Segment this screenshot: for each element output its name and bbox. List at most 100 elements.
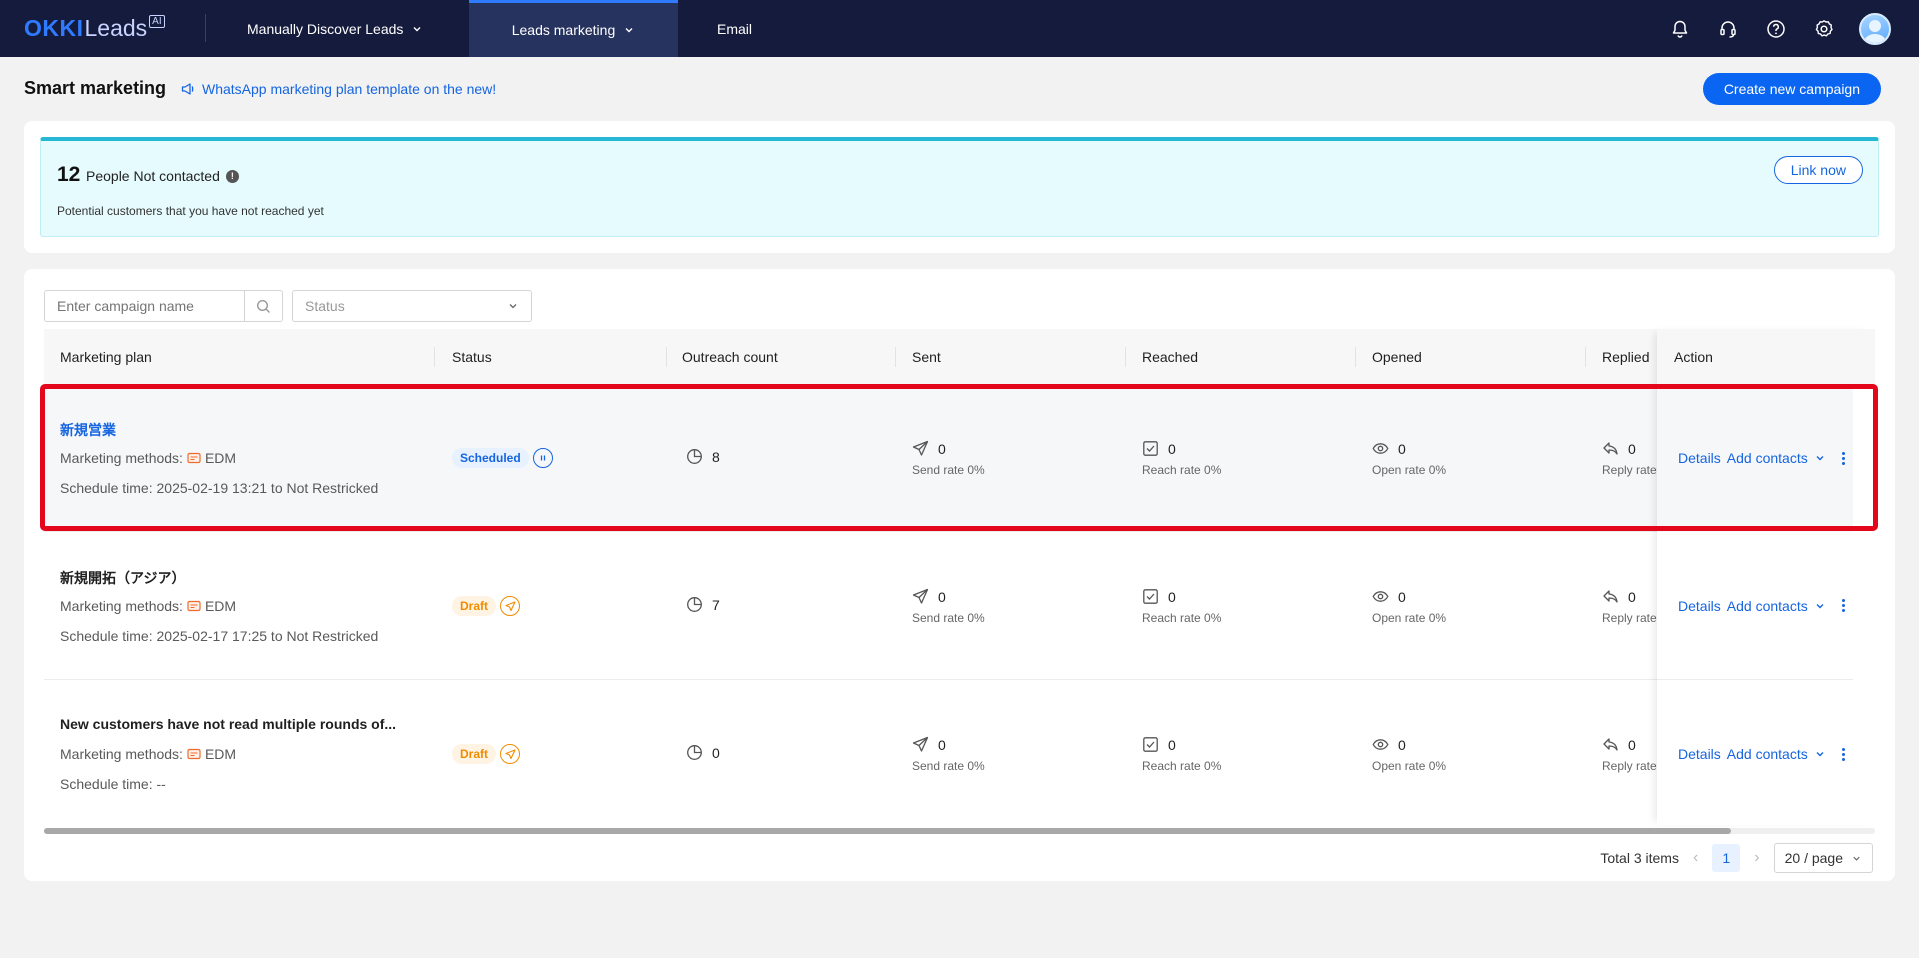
send-icon[interactable] [500, 744, 521, 764]
top-navbar: OKKI Leads AI Manually Discover Leads Le… [0, 0, 1919, 57]
bell-icon[interactable] [1667, 16, 1693, 42]
column-header-marketing-plan: Marketing plan [60, 348, 152, 365]
schedule-time: Schedule time: 2025-02-17 17:25 to Not R… [60, 628, 379, 644]
marketing-method-value: EDM [204, 598, 237, 614]
check-square-icon [1143, 589, 1158, 604]
logo-ai-badge: AI [149, 15, 165, 28]
chevron-down-icon[interactable] [1814, 600, 1826, 612]
details-link[interactable]: Details [1678, 746, 1721, 762]
nav-label: Email [717, 20, 753, 37]
sent-metric: 0 Send rate 0% [912, 440, 985, 478]
campaign-name-link[interactable]: 新規営業 [60, 420, 116, 440]
status-cell: Draft [452, 596, 521, 616]
campaign-search-input[interactable] [45, 291, 244, 321]
campaign-search [44, 290, 283, 322]
prev-page-icon[interactable]: ‹ [1693, 849, 1698, 867]
check-square-icon [1143, 441, 1158, 456]
next-page-icon[interactable]: › [1754, 849, 1759, 867]
details-link[interactable]: Details [1678, 598, 1721, 614]
table-row[interactable]: 新規開拓（アジア） Marketing methods: EDM Schedul… [44, 532, 1875, 680]
marketing-method: Marketing methods: EDM [60, 598, 236, 614]
replied-value: 0 [1628, 440, 1636, 457]
chevron-down-icon [625, 28, 633, 33]
chevron-down-icon [413, 26, 421, 31]
add-contacts-link[interactable]: Add contacts [1727, 746, 1808, 762]
campaign-name[interactable]: 新規開拓（アジア） [60, 568, 185, 588]
eye-icon [1372, 443, 1389, 454]
headset-icon[interactable] [1715, 16, 1741, 42]
status-badge: Draft [452, 744, 497, 764]
chevron-down-icon[interactable] [1814, 748, 1826, 760]
pie-chart-icon [687, 597, 702, 612]
create-new-campaign-button[interactable]: Create new campaign [1702, 73, 1881, 105]
gear-icon[interactable] [1811, 16, 1837, 42]
reach-rate: Reach rate 0% [1142, 463, 1222, 477]
add-contacts-link[interactable]: Add contacts [1727, 598, 1808, 614]
opened-metric: 0 Open rate 0% [1372, 736, 1447, 774]
nav-leads-marketing[interactable]: Leads marketing [469, 0, 678, 57]
row-actions: Details Add contacts [1657, 680, 1853, 828]
pagination: Total 3 items ‹ 1 › 20 / page [1600, 843, 1873, 873]
help-icon[interactable] [1763, 16, 1789, 42]
table-row[interactable]: New customers have not read multiple rou… [44, 680, 1875, 828]
outreach-count-value: 0 [712, 744, 720, 761]
nav-manually-discover-leads[interactable]: Manually Discover Leads [247, 0, 423, 57]
more-options-icon[interactable] [1841, 451, 1845, 465]
chevron-down-icon[interactable] [1814, 452, 1826, 464]
reply-rate: Reply rate [1602, 759, 1657, 773]
search-button[interactable] [244, 291, 282, 321]
replied-metric: 0 Reply rate [1602, 588, 1657, 626]
horizontal-scrollbar[interactable] [44, 828, 1875, 834]
reached-value: 0 [1168, 736, 1176, 753]
sent-value: 0 [938, 588, 946, 605]
nav-icon-group [1667, 13, 1891, 45]
eye-icon [1372, 591, 1389, 602]
sent-metric: 0 Send rate 0% [912, 588, 985, 626]
link-now-button[interactable]: Link now [1773, 156, 1863, 184]
scrollbar-thumb[interactable] [44, 828, 1731, 834]
row-actions: Details Add contacts [1657, 532, 1853, 680]
sent-value: 0 [938, 440, 946, 457]
marketing-method-label: Marketing methods: [60, 746, 183, 762]
avatar[interactable] [1859, 13, 1891, 45]
logo-sub: Leads [84, 15, 148, 41]
status-filter-select[interactable]: Status [292, 290, 532, 322]
page-size-select[interactable]: 20 / page [1773, 843, 1873, 873]
schedule-time: Schedule time: -- [60, 776, 166, 792]
reached-value: 0 [1168, 440, 1176, 457]
okki-leads-logo[interactable]: OKKI Leads AI [24, 14, 165, 44]
campaign-name[interactable]: New customers have not read multiple rou… [60, 716, 396, 732]
reply-icon [1603, 590, 1618, 603]
send-rate: Send rate 0% [912, 611, 985, 625]
column-divider [666, 347, 667, 367]
more-options-icon[interactable] [1841, 747, 1845, 761]
reply-icon [1603, 738, 1618, 751]
status-filter-placeholder: Status [305, 298, 345, 314]
not-contacted-title: People Not contacted ! [86, 168, 239, 184]
nav-email[interactable]: Email [717, 0, 752, 57]
details-link[interactable]: Details [1678, 450, 1721, 466]
opened-value: 0 [1398, 440, 1406, 457]
chevron-down-icon [509, 304, 517, 309]
open-rate: Open rate 0% [1372, 759, 1447, 773]
send-icon[interactable] [500, 596, 521, 616]
column-header-action-label: Action [1674, 348, 1713, 365]
page-number[interactable]: 1 [1712, 844, 1741, 872]
megaphone-icon [181, 83, 194, 95]
column-divider [434, 347, 435, 367]
chevron-down-icon [1853, 856, 1860, 861]
status-badge: Draft [452, 596, 497, 616]
reached-metric: 0 Reach rate 0% [1142, 440, 1222, 478]
promo-link[interactable]: WhatsApp marketing plan template on the … [181, 81, 496, 97]
opened-metric: 0 Open rate 0% [1372, 588, 1446, 626]
more-options-icon[interactable] [1841, 599, 1845, 612]
pause-icon[interactable] [532, 448, 553, 468]
reached-metric: 0 Reach rate 0% [1142, 736, 1221, 774]
action-column: Action Details Add contacts Details Add … [1657, 329, 1875, 825]
row-actions: Details Add contacts [1657, 384, 1853, 532]
add-contacts-link[interactable]: Add contacts [1727, 450, 1808, 466]
table-row[interactable]: 新規営業 Marketing methods: EDM Schedule tim… [44, 384, 1875, 532]
nav-divider [205, 14, 206, 42]
info-icon[interactable]: ! [225, 169, 239, 183]
sent-metric: 0 Send rate 0% [912, 736, 985, 774]
